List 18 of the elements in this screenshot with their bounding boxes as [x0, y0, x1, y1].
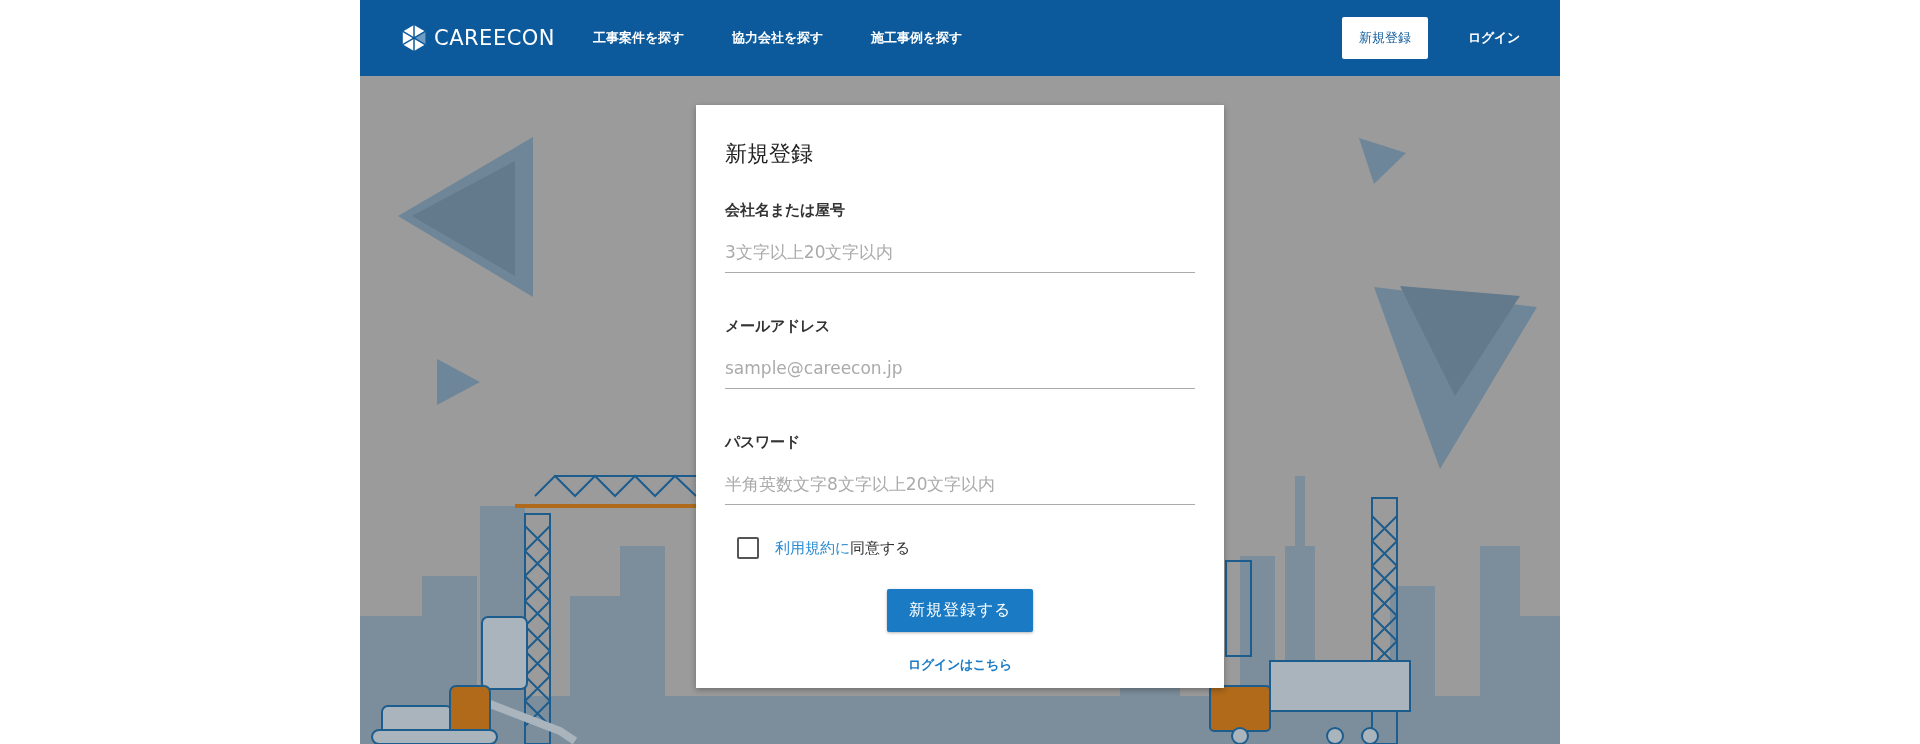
logo-text[interactable]: CAREECON: [434, 26, 556, 50]
field-label: メールアドレス: [725, 317, 831, 336]
triangle-decoration: [1359, 138, 1406, 184]
nav-link[interactable]: 協力会社を探す: [732, 29, 824, 47]
logo-icon: [400, 23, 428, 53]
terms-label: 同意する: [850, 538, 910, 557]
triangle-decoration: [437, 359, 480, 405]
checkbox[interactable]: [737, 537, 759, 559]
login-link[interactable]: ログイン: [1468, 29, 1520, 47]
nav-link[interactable]: 工事案件を探す: [593, 29, 685, 47]
submit-button[interactable]: 新規登録する: [887, 589, 1033, 632]
field-label: パスワード: [725, 433, 801, 452]
signup-button[interactable]: 新規登録: [1342, 17, 1428, 59]
field-label: 会社名または屋号: [725, 201, 846, 220]
nav-link[interactable]: 施工事例を探す: [871, 29, 963, 47]
form-title: 新規登録: [725, 140, 814, 168]
login-link[interactable]: ログインはこちら: [908, 656, 1012, 674]
terms-link[interactable]: 利用規約に: [775, 538, 850, 557]
